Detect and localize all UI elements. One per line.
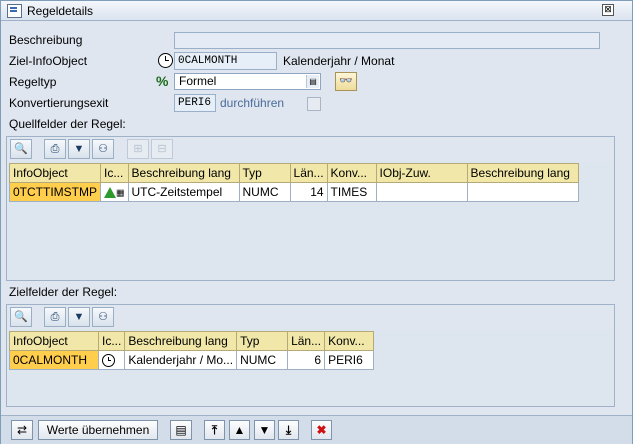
up-icon[interactable]: ▲ xyxy=(229,420,250,440)
konv-cell: TIMES xyxy=(326,182,377,202)
laenge-cell: 14 xyxy=(289,182,328,202)
typ-cell: NUMC xyxy=(238,182,291,202)
col-header[interactable]: Beschreibung lang xyxy=(127,163,240,183)
beschreibung-cell: Kalenderjahr / Mo... xyxy=(124,350,238,370)
regeltyp-label: Regeltyp xyxy=(9,75,57,89)
ziel-infoobject-label: Ziel-InfoObject xyxy=(9,54,88,68)
filter-icon[interactable]: ▼ xyxy=(68,307,90,327)
col-header[interactable]: Typ xyxy=(236,331,289,351)
title-bar: Regeldetails ⊠ xyxy=(1,1,632,21)
triangle-warning-icon xyxy=(104,187,116,199)
col-header[interactable]: InfoObject xyxy=(9,163,101,183)
quellfelder-title: Quellfelder der Regel: xyxy=(9,117,126,131)
ziel-infoobject-text: Kalenderjahr / Monat xyxy=(283,54,395,68)
col-header[interactable]: Län... xyxy=(287,331,326,351)
down-icon[interactable]: ▼ xyxy=(254,420,275,440)
clock-icon xyxy=(158,53,173,68)
col-header[interactable]: Beschreibung lang xyxy=(466,163,579,183)
clock-icon xyxy=(102,354,115,368)
col-header[interactable]: Konv... xyxy=(326,163,377,183)
konvertierungsexit-label: Konvertierungsexit xyxy=(9,96,109,110)
insert-row-icon[interactable]: ⊞ xyxy=(127,139,149,159)
zielfelder-panel: 🔍 ⎙ ▼ ⚇ InfoObject Ic... Beschreibung la… xyxy=(6,304,615,407)
iobj-cell[interactable] xyxy=(375,182,468,202)
regeltyp-value: Formel xyxy=(179,74,217,88)
durchfuehren-label: durchführen xyxy=(220,96,285,110)
col-header[interactable]: Typ xyxy=(238,163,291,183)
beschreibung2-cell xyxy=(466,182,579,202)
footer-toolbar: ⇄ Werte übernehmen ▤ ⤒ ▲ ▼ ⤓ ✖ xyxy=(1,415,632,444)
binoculars-icon[interactable]: ⚇ xyxy=(92,139,114,159)
beschreibung-label: Beschreibung xyxy=(9,33,83,47)
transfer-icon[interactable]: ⇄ xyxy=(11,420,33,440)
print-icon[interactable]: ⎙ xyxy=(44,307,66,327)
icon-cell: ▦ xyxy=(100,182,129,202)
col-header[interactable]: Konv... xyxy=(324,331,375,351)
rule-details-window: Regeldetails ⊠ Beschreibung Ziel-InfoObj… xyxy=(0,0,633,444)
zielfelder-table: InfoObject Ic... Beschreibung lang Typ L… xyxy=(9,331,375,370)
close-icon[interactable]: ⊠ xyxy=(602,4,614,16)
grid-icon: ▦ xyxy=(116,187,125,198)
werte-uebernehmen-button[interactable]: Werte übernehmen xyxy=(38,420,158,440)
dropdown-arrow-icon[interactable]: ▤ xyxy=(306,75,319,88)
konvertierungsexit-field: PERI6 xyxy=(174,94,216,112)
col-header[interactable]: Ic... xyxy=(97,331,126,351)
regeltyp-dropdown[interactable]: Formel ▤ xyxy=(174,73,321,90)
col-header[interactable]: InfoObject xyxy=(9,331,99,351)
ziel-infoobject-field: 0CALMONTH xyxy=(174,52,277,70)
table-row[interactable]: 0CALMONTH Kalenderjahr / Mo... NUMC 6 PE… xyxy=(9,350,375,370)
display-icon[interactable]: ▤ xyxy=(170,420,192,440)
quellfelder-panel: 🔍 ⎙ ▼ ⚇ ⊞ ⊟ InfoObject Ic... Beschreibun… xyxy=(6,136,615,281)
cancel-icon[interactable]: ✖ xyxy=(311,420,332,440)
icon-cell xyxy=(97,350,126,370)
quellfelder-table: InfoObject Ic... Beschreibung lang Typ L… xyxy=(9,163,579,202)
typ-cell: NUMC xyxy=(236,350,289,370)
konv-cell: PERI6 xyxy=(324,350,375,370)
infoobject-cell[interactable]: 0CALMONTH xyxy=(9,350,99,370)
window-title: Regeldetails xyxy=(27,4,94,18)
zoom-icon[interactable]: 🔍 xyxy=(10,307,32,327)
window-icon xyxy=(7,4,22,18)
binoculars-icon[interactable]: ⚇ xyxy=(92,307,114,327)
col-header[interactable]: Ic... xyxy=(100,163,129,183)
col-header[interactable]: Län... xyxy=(289,163,328,183)
filter-icon[interactable]: ▼ xyxy=(68,139,90,159)
glasses-icon[interactable]: 👓 xyxy=(335,72,357,91)
durchfuehren-checkbox[interactable] xyxy=(307,97,321,111)
print-icon[interactable]: ⎙ xyxy=(44,139,66,159)
laenge-cell: 6 xyxy=(287,350,326,370)
formula-icon: % xyxy=(156,73,169,89)
beschreibung-input[interactable] xyxy=(174,32,600,49)
col-header[interactable]: IObj-Zuw. xyxy=(375,163,468,183)
zielfelder-title: Zielfelder der Regel: xyxy=(9,285,118,299)
beschreibung-cell: UTC-Zeitstempel xyxy=(127,182,240,202)
table-header: InfoObject Ic... Beschreibung lang Typ L… xyxy=(9,163,579,183)
delete-row-icon[interactable]: ⊟ xyxy=(151,139,173,159)
col-header[interactable]: Beschreibung lang xyxy=(124,331,238,351)
last-icon[interactable]: ⤓ xyxy=(278,420,299,440)
first-icon[interactable]: ⤒ xyxy=(204,420,225,440)
table-row[interactable]: 0TCTTIMSTMP ▦ UTC-Zeitstempel NUMC 14 TI… xyxy=(9,182,579,202)
zoom-icon[interactable]: 🔍 xyxy=(10,139,32,159)
table-header: InfoObject Ic... Beschreibung lang Typ L… xyxy=(9,331,375,351)
infoobject-cell[interactable]: 0TCTTIMSTMP xyxy=(9,182,101,202)
